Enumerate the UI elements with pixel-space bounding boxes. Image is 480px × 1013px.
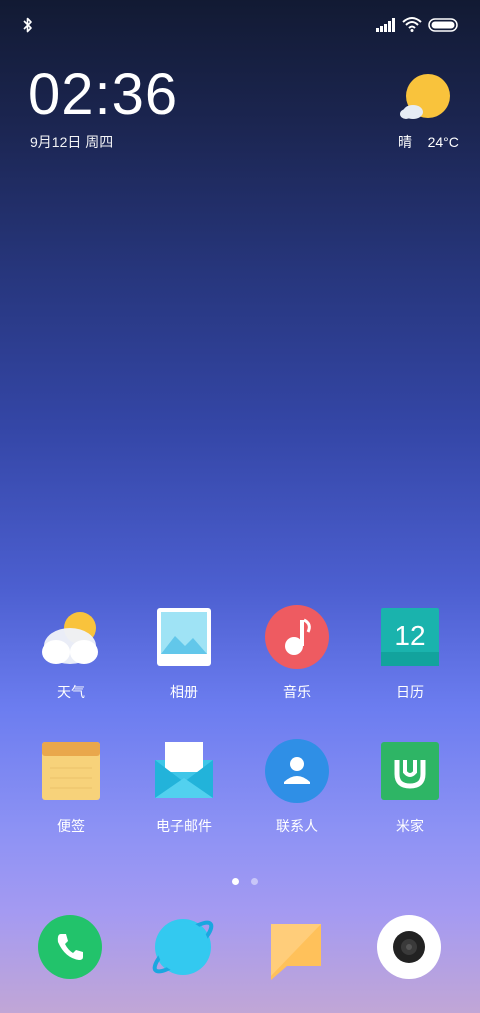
weather-icon — [36, 604, 106, 674]
browser-icon[interactable] — [150, 914, 216, 980]
page-dot-active[interactable] — [232, 878, 239, 885]
email-icon — [149, 738, 219, 808]
battery-icon — [428, 18, 458, 32]
phone-icon[interactable] — [37, 914, 103, 980]
app-calendar[interactable]: 12 日历 — [355, 604, 465, 702]
app-label: 音乐 — [283, 684, 311, 700]
music-icon — [262, 604, 332, 674]
contacts-icon — [262, 738, 332, 808]
app-music[interactable]: 音乐 — [242, 604, 352, 702]
app-label: 电子邮件 — [156, 818, 212, 834]
app-label: 米家 — [396, 818, 424, 834]
weather-summary: 晴 24°C — [398, 132, 459, 152]
calendar-icon: 12 — [375, 604, 445, 674]
calendar-day: 12 — [394, 620, 426, 651]
app-mi-home[interactable]: 米家 — [355, 738, 465, 836]
app-weather[interactable]: 天气 — [16, 604, 126, 702]
gallery-icon — [149, 604, 219, 674]
clock-time[interactable]: 02:36 — [28, 66, 178, 124]
weather-temperature: 24°C — [427, 134, 459, 150]
weather-desc: 晴 — [398, 134, 412, 150]
app-label: 相册 — [170, 684, 198, 700]
app-label: 便签 — [57, 818, 85, 834]
app-label: 天气 — [57, 684, 85, 700]
status-bar — [0, 0, 480, 50]
app-label: 联系人 — [276, 818, 318, 834]
mi-home-icon — [375, 738, 445, 808]
notes-icon — [36, 738, 106, 808]
bluetooth-icon — [23, 17, 32, 33]
app-email[interactable]: 电子邮件 — [129, 738, 239, 836]
app-notes[interactable]: 便签 — [16, 738, 126, 836]
clock-date: 9月12日 周四 — [30, 134, 114, 150]
app-contacts[interactable]: 联系人 — [242, 738, 352, 836]
app-label: 日历 — [396, 684, 424, 700]
sun-cloud-icon[interactable] — [398, 72, 454, 128]
signal-icon — [376, 18, 395, 32]
page-dot[interactable] — [251, 878, 259, 885]
wifi-icon — [402, 17, 422, 32]
camera-icon[interactable] — [376, 914, 442, 980]
app-gallery[interactable]: 相册 — [129, 604, 239, 702]
messages-icon[interactable] — [263, 914, 329, 980]
page-indicator[interactable] — [228, 872, 262, 890]
